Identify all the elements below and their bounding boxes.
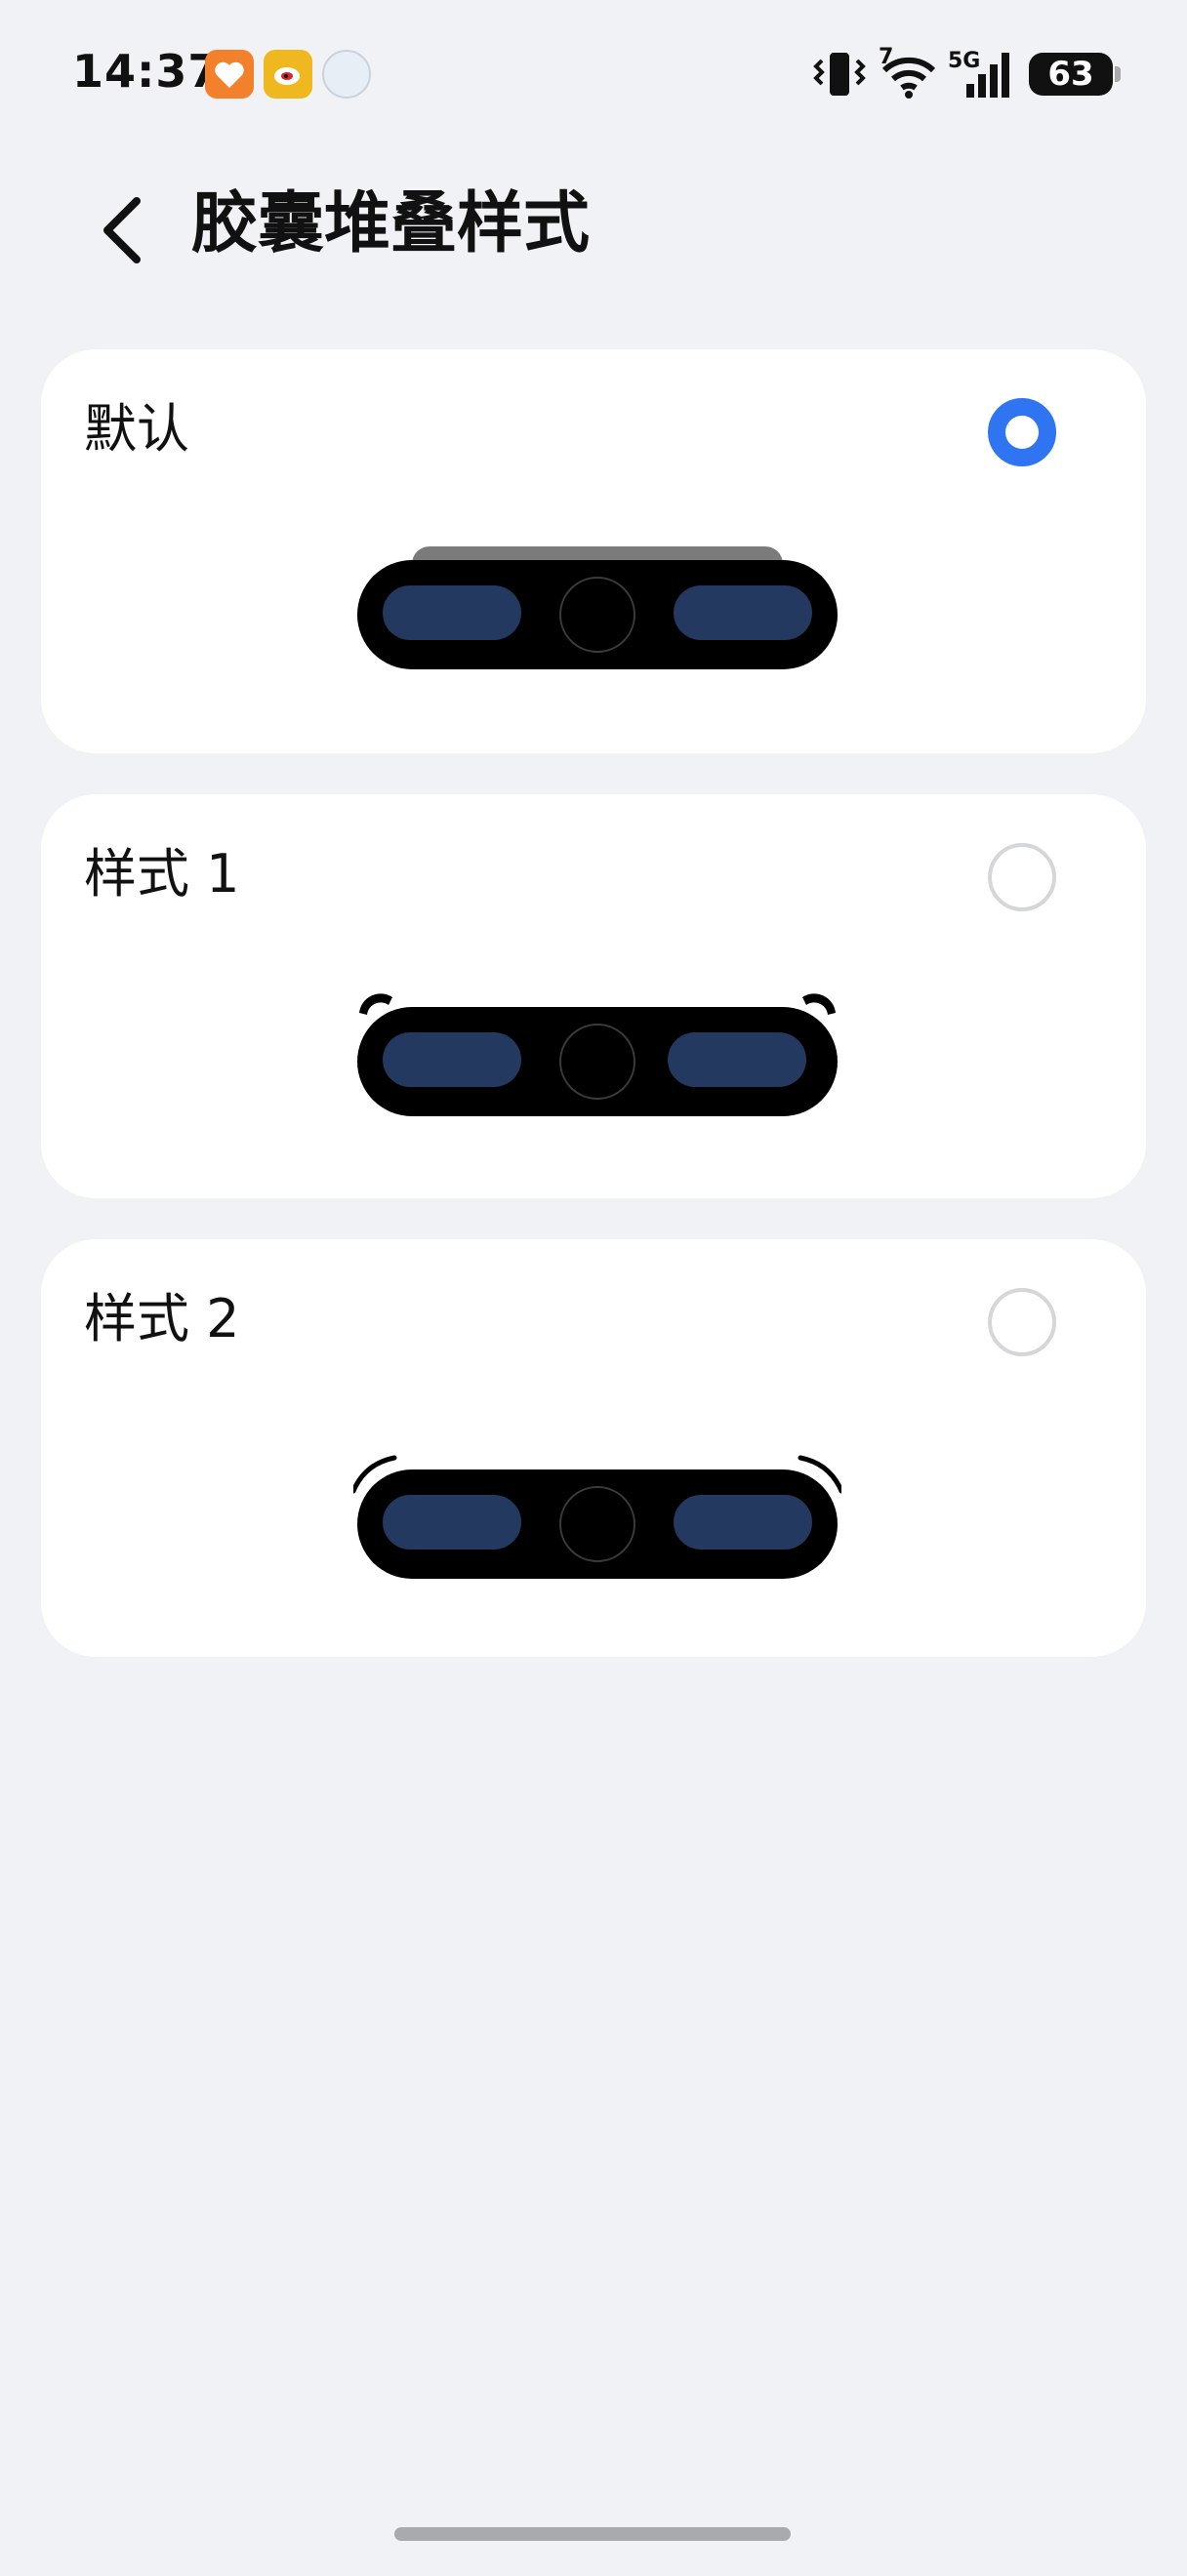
chevron-left-icon [103,197,141,263]
radio-unselected[interactable] [988,1288,1056,1356]
option-card-default[interactable]: 默认 [41,349,1146,753]
capsule-preview-default [353,535,841,671]
signal-icon [966,53,1009,98]
capsule-preview-style-2 [350,1444,844,1581]
battery-cap [1115,66,1121,82]
back-button[interactable] [94,191,152,269]
vibrate-icon [813,53,866,96]
capsule-preview-style-1 [353,980,841,1116]
option-label: 默认 [84,398,189,460]
weibo-app-icon [264,50,312,99]
option-card-style-2[interactable]: 样式 2 [41,1239,1146,1657]
battery-icon: 63 [1029,53,1113,96]
page-title: 胶囊堆叠样式 [191,185,591,262]
health-app-icon [205,50,254,99]
option-label: 样式 2 [84,1288,240,1349]
option-label: 样式 1 [84,843,240,905]
status-time: 14:37 [72,45,221,98]
home-indicator[interactable] [394,2527,791,2541]
radio-selected[interactable] [988,398,1056,466]
radio-unselected[interactable] [988,843,1056,911]
option-card-style-1[interactable]: 样式 1 [41,794,1146,1198]
pearl-app-icon [322,50,371,99]
wifi-icon [881,57,936,99]
status-bar: 14:37 7 5G 63 [0,0,1187,146]
